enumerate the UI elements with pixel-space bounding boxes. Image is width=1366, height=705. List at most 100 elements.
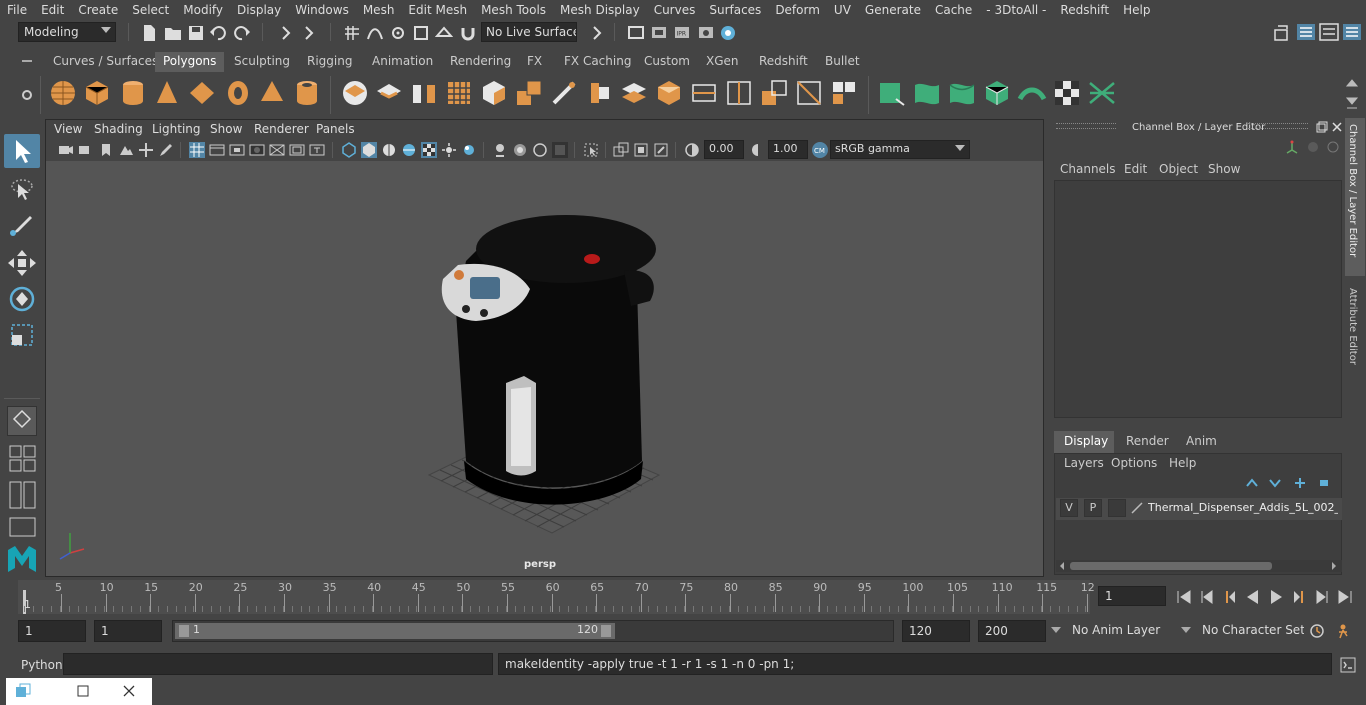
- vp-menu-show[interactable]: Show: [210, 122, 242, 136]
- attribute-editor-toggle-icon[interactable]: [1319, 22, 1339, 42]
- menu-mesh-display[interactable]: Mesh Display: [553, 3, 647, 17]
- shelf-tab-bullet[interactable]: Bullet: [817, 52, 868, 72]
- poly-cone-icon[interactable]: [151, 77, 183, 109]
- cb-menu-show[interactable]: Show: [1208, 162, 1240, 176]
- camera-attributes-icon[interactable]: [78, 142, 94, 158]
- arrow-right-icon[interactable]: [300, 24, 318, 42]
- move-layer-up-icon[interactable]: [1245, 477, 1259, 489]
- smooth-shade-icon[interactable]: [361, 142, 377, 158]
- menu-3dtoall[interactable]: - 3DtoAll -: [979, 3, 1053, 17]
- restore-window-icon[interactable]: [14, 683, 32, 699]
- xray-icon[interactable]: [512, 142, 528, 158]
- wireframe-icon[interactable]: [341, 142, 357, 158]
- bridge-icon[interactable]: [548, 77, 580, 109]
- vp-menu-shading[interactable]: Shading: [94, 122, 143, 136]
- character-set-dropdown[interactable]: No Character Set: [1196, 620, 1304, 642]
- boolean-icon[interactable]: [478, 77, 510, 109]
- shelf-tab-rendering[interactable]: Rendering: [442, 52, 519, 72]
- shelf-tab-polygons[interactable]: Polygons: [155, 52, 225, 72]
- range-handle-start[interactable]: [179, 625, 189, 637]
- offset-loop-icon[interactable]: [758, 77, 790, 109]
- live-surface-field[interactable]: No Live Surface: [481, 22, 577, 42]
- menu-edit-mesh[interactable]: Edit Mesh: [401, 3, 474, 17]
- menu-mesh-tools[interactable]: Mesh Tools: [474, 3, 553, 17]
- grease-pencil-icon[interactable]: [158, 142, 174, 158]
- menu-create[interactable]: Create: [71, 3, 125, 17]
- graph-layout[interactable]: [4, 516, 40, 538]
- select-tool[interactable]: [4, 134, 40, 168]
- menu-windows[interactable]: Windows: [288, 3, 356, 17]
- four-view-layout[interactable]: [4, 444, 40, 474]
- command-language-label[interactable]: Python: [21, 658, 63, 672]
- menu-surfaces[interactable]: Surfaces: [702, 3, 768, 17]
- xray-joints-icon[interactable]: [532, 142, 548, 158]
- film-gate-icon[interactable]: [209, 142, 225, 158]
- bookmark-icon[interactable]: [98, 142, 114, 158]
- shelf-tab-xgen[interactable]: XGen: [698, 52, 747, 72]
- time-slider[interactable]: 1 5 10 15 20 25 30 35 40 45 50 55 60 65 70 75 80 85 90 95 1…: [0, 578, 1366, 618]
- safe-action-icon[interactable]: [289, 142, 305, 158]
- layer-color-icon[interactable]: [1130, 501, 1144, 515]
- ambient-occlusion-icon[interactable]: [461, 142, 477, 158]
- new-layer-selected-icon[interactable]: [1318, 477, 1332, 489]
- shelf-scroll-icon[interactable]: [1346, 78, 1358, 114]
- single-view-layout[interactable]: [7, 406, 37, 436]
- step-back-key-icon[interactable]: [1198, 588, 1216, 606]
- poly-sphere-icon[interactable]: [47, 77, 79, 109]
- fill-hole-icon[interactable]: [653, 77, 685, 109]
- snap-surface-icon[interactable]: [435, 24, 453, 42]
- arrow-right-icon[interactable]: [277, 24, 295, 42]
- layer-name[interactable]: Thermal_Dispenser_Addis_5L_002_lay: [1148, 501, 1338, 514]
- animation-prefs-icon[interactable]: [1336, 622, 1354, 640]
- tab-anim[interactable]: Anim: [1186, 434, 1217, 448]
- shelf-tab-fx-caching[interactable]: FX Caching: [556, 52, 639, 72]
- menu-generate[interactable]: Generate: [858, 3, 928, 17]
- poly-plane-icon[interactable]: [186, 77, 218, 109]
- poly-cylinder-icon[interactable]: [117, 77, 149, 109]
- redo-icon[interactable]: [233, 24, 251, 42]
- side-tab-channel-box[interactable]: Channel Box / Layer Editor: [1345, 118, 1365, 276]
- hypershade-icon[interactable]: [719, 24, 737, 42]
- extrude-icon[interactable]: [513, 77, 545, 109]
- script-editor-icon[interactable]: [1339, 656, 1357, 674]
- playback-start-field[interactable]: 1: [94, 620, 162, 642]
- unfold-icon[interactable]: [1016, 77, 1048, 109]
- poly-cube-icon[interactable]: [81, 77, 113, 109]
- scroll-thumb[interactable]: [1070, 562, 1272, 570]
- axes-icon[interactable]: [1285, 140, 1299, 154]
- smooth-icon[interactable]: [443, 77, 475, 109]
- menu-select[interactable]: Select: [125, 3, 176, 17]
- anim-layer-dropdown[interactable]: No Anim Layer: [1066, 620, 1176, 642]
- render-view-icon[interactable]: [627, 24, 645, 42]
- vp-menu-renderer[interactable]: Renderer: [254, 122, 309, 136]
- outliner-layout[interactable]: [4, 480, 40, 510]
- viewport-canvas[interactable]: persp: [46, 161, 1043, 576]
- cb-menu-channels[interactable]: Channels: [1060, 162, 1116, 176]
- workspace-icon[interactable]: [1272, 24, 1290, 42]
- side-tab-attribute-editor[interactable]: Attribute Editor: [1345, 282, 1365, 372]
- shelf-tab-fx[interactable]: FX: [519, 52, 550, 72]
- move-tool[interactable]: [4, 246, 40, 280]
- render-icon[interactable]: [650, 24, 668, 42]
- 2d-pan-zoom-icon[interactable]: [138, 142, 154, 158]
- chevron-down-icon[interactable]: [1180, 624, 1192, 636]
- channel-box-toggle-icon[interactable]: [1296, 22, 1316, 42]
- scale-tool[interactable]: [4, 318, 40, 352]
- layer-menu-options[interactable]: Options: [1111, 456, 1157, 470]
- bevel-icon[interactable]: [583, 77, 615, 109]
- uv-editor-icon[interactable]: [876, 77, 908, 109]
- layer-display-type-toggle[interactable]: [1108, 499, 1126, 517]
- current-frame-field[interactable]: 1: [1098, 586, 1166, 606]
- frame-all-icon[interactable]: [633, 142, 649, 158]
- lights-icon[interactable]: [421, 142, 437, 158]
- scene-end-field[interactable]: 200: [978, 620, 1046, 642]
- auto-key-icon[interactable]: [1308, 622, 1326, 640]
- open-scene-icon[interactable]: [164, 24, 182, 42]
- safe-title-icon[interactable]: [309, 142, 325, 158]
- new-scene-icon[interactable]: [140, 24, 158, 42]
- separate-icon[interactable]: [373, 77, 405, 109]
- exposure-icon[interactable]: [684, 142, 700, 158]
- ipr-render-icon[interactable]: IPR: [673, 24, 691, 42]
- circle-outline-icon[interactable]: [1326, 140, 1340, 154]
- xray-components-icon[interactable]: [552, 142, 568, 158]
